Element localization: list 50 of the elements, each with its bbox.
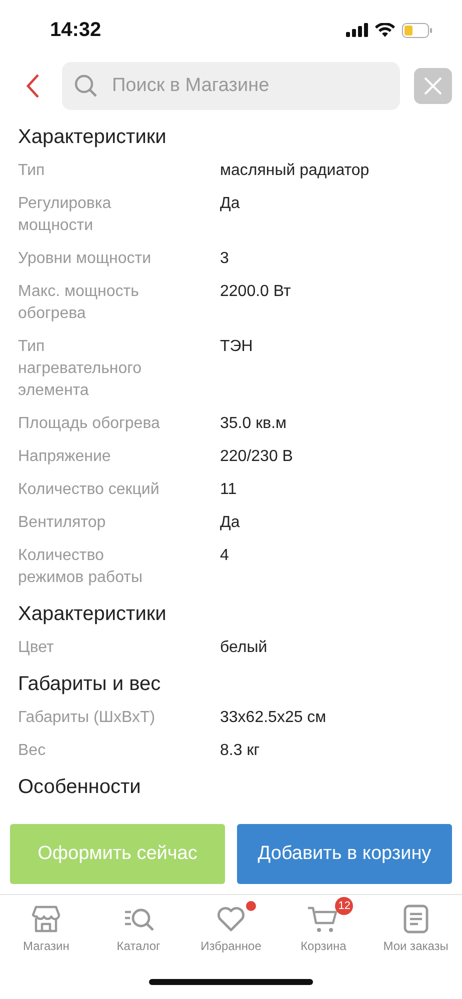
heart-icon: [216, 905, 246, 933]
search-input[interactable]: Поиск в Магазине: [110, 74, 388, 98]
spec-label: Цвет: [18, 638, 55, 658]
nav-item[interactable]: Каталог: [92, 895, 185, 965]
nav-item[interactable]: Избранное: [184, 895, 278, 965]
spec-label: Количество секций: [18, 480, 160, 500]
search-field[interactable]: Поиск в Магазине: [62, 62, 400, 110]
cart-icon: [307, 904, 340, 934]
spec-label: Количество режимов работы: [18, 546, 144, 588]
spec-value: 2200.0 Вт: [220, 282, 292, 302]
nav-item[interactable]: 12 Корзина: [277, 895, 370, 965]
close-icon: [424, 77, 442, 95]
spec-value: 3: [220, 249, 230, 269]
spec-label: Габариты (ШхВхТ): [18, 708, 156, 728]
spec-value: 8.3 кг: [220, 741, 261, 761]
spec-label: Тип нагревательного элемента: [18, 337, 143, 401]
spec-value: масляный радиатор: [220, 161, 370, 181]
spec-label: Макс. мощность обогрева: [18, 282, 140, 324]
battery-icon: [402, 22, 432, 38]
spec-label: Тип: [18, 161, 46, 181]
status-time: 14:32: [50, 18, 102, 42]
back-icon[interactable]: [26, 73, 40, 99]
spec-label: Напряжение: [18, 447, 112, 467]
section-title: Особенности: [18, 775, 142, 800]
spec-label: Регулировка мощности: [18, 194, 112, 236]
spec-value: Да: [220, 513, 241, 533]
spec-value: 33x62.5x25 см: [220, 708, 328, 728]
spec-label: Вентилятор: [18, 513, 107, 533]
section-title: Характеристики: [18, 602, 168, 627]
spec-value: ТЭН: [220, 337, 254, 357]
nav-item[interactable]: Магазин: [0, 895, 92, 965]
spec-value: Да: [220, 194, 241, 214]
spec-label: Вес: [18, 741, 47, 761]
signal-icon: [346, 23, 368, 37]
add-to-cart-button[interactable]: Добавить в корзину: [237, 824, 452, 884]
spec-value: 4: [220, 546, 230, 566]
spec-label: Площадь обогрева: [18, 414, 161, 434]
spec-value: 220/230 В: [220, 447, 294, 467]
spec-value: белый: [220, 638, 268, 658]
search-icon: [74, 74, 98, 98]
spec-value: 11: [220, 480, 238, 500]
section-title: Характеристики: [18, 125, 168, 150]
store-icon: [31, 904, 62, 934]
spec-label: Уровни мощности: [18, 249, 152, 269]
nav-item[interactable]: Мои заказы: [370, 895, 462, 965]
wifi-icon: [375, 23, 395, 37]
document-icon: [402, 904, 429, 934]
spec-value: 35.0 кв.м: [220, 414, 288, 434]
count-badge: 12: [335, 897, 354, 915]
section-title: Габариты и вес: [18, 672, 162, 697]
